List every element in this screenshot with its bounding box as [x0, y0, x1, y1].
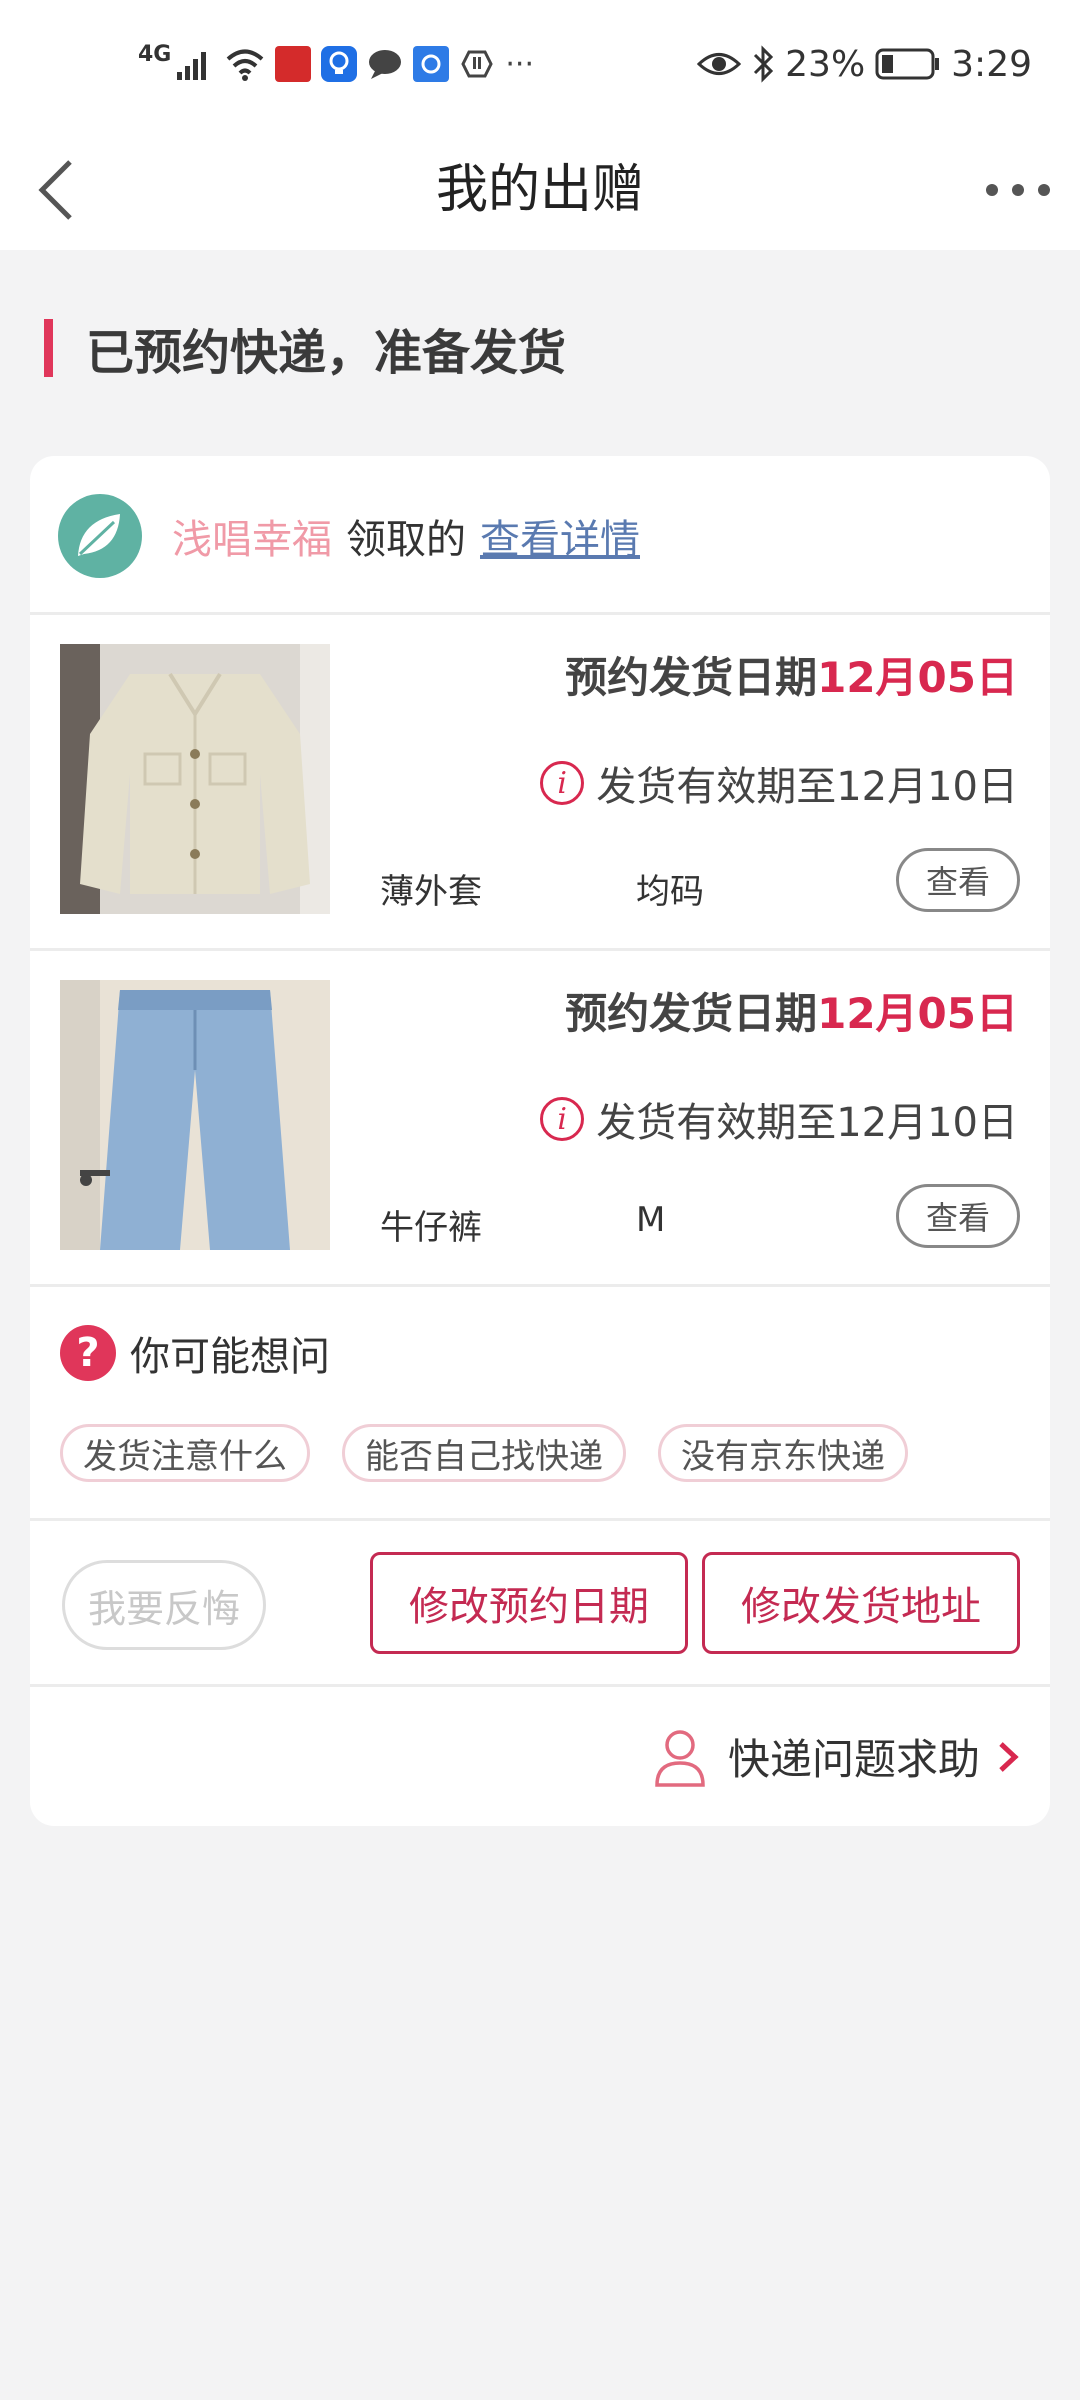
divider	[30, 1684, 1050, 1687]
bulb-icon	[321, 46, 358, 82]
status-heading: 已预约快递，准备发货	[44, 318, 566, 381]
person-icon	[655, 1729, 705, 1787]
eye-icon	[697, 53, 742, 75]
ship-date-line: 预约发货日期12月05日	[565, 980, 1018, 1041]
faq-chips: 发货注意什么 能否自己找快递 没有京东快递	[60, 1424, 908, 1482]
item-size: 均码	[636, 872, 704, 912]
faq-chip-shipping-notes[interactable]: 发货注意什么	[60, 1424, 310, 1482]
hand-icon	[461, 50, 494, 78]
divider	[30, 1284, 1050, 1287]
valid-until-text: 发货有效期至12月10日	[596, 1100, 1018, 1146]
clock: 3:29	[951, 43, 1032, 85]
valid-until-line: i 发货有效期至12月10日	[540, 754, 1018, 812]
item-size: M	[636, 1200, 666, 1240]
list-item: 预约发货日期12月05日 i 发货有效期至12月10日 牛仔裤 M 查看	[30, 950, 1050, 1286]
status-heading-text: 已预约快递，准备发货	[86, 325, 567, 381]
chat-icon	[369, 50, 402, 79]
app-notification-icon-red	[275, 46, 312, 82]
status-bar: 4G ··· 23% 3:29	[0, 0, 1080, 130]
ship-date-label: 预约发货日期	[565, 653, 818, 702]
order-card: 浅唱幸福 领取的 查看详情 预约发货日期12月05日 i 发货有效期至12月10…	[30, 456, 1050, 1826]
app-notification-icon-blue	[413, 46, 450, 82]
signal-icon	[177, 52, 207, 80]
change-date-button[interactable]: 修改预约日期	[370, 1552, 688, 1654]
ship-date-value: 12月05日	[817, 653, 1018, 702]
accent-bar	[44, 319, 53, 377]
divider	[30, 1518, 1050, 1521]
more-dot	[1038, 184, 1050, 196]
receiver-name[interactable]: 浅唱幸福	[172, 507, 332, 565]
faq-heading: ? 你可能想问	[60, 1324, 330, 1382]
courier-help-label: 快递问题求助	[727, 1735, 980, 1784]
page-title: 我的出赠	[435, 160, 644, 220]
wifi-icon	[227, 49, 264, 81]
faq-label: 你可能想问	[130, 1334, 330, 1380]
battery-percent: 23%	[785, 43, 866, 85]
item-photo-jacket[interactable]	[60, 644, 330, 914]
status-left-icons: 4G ···	[138, 42, 534, 86]
info-icon: i	[540, 761, 585, 805]
ship-date-label: 预约发货日期	[565, 989, 818, 1038]
ship-date-value: 12月05日	[817, 989, 1018, 1038]
view-details-link[interactable]: 查看详情	[480, 507, 640, 565]
avatar[interactable]	[58, 494, 142, 578]
view-item-button[interactable]: 查看	[896, 1184, 1020, 1248]
regret-button[interactable]: 我要反悔	[62, 1560, 266, 1650]
more-dot	[1012, 184, 1024, 196]
item-name: 牛仔裤	[380, 1208, 482, 1248]
status-right-icons: 23% 3:29	[697, 42, 1032, 86]
faq-chip-own-courier[interactable]: 能否自己找快递	[342, 1424, 626, 1482]
bluetooth-icon	[754, 45, 774, 83]
ship-date-line: 预约发货日期12月05日	[565, 644, 1018, 705]
more-button[interactable]	[986, 166, 1050, 214]
list-item: 预约发货日期12月05日 i 发货有效期至12月10日 薄外套 均码 查看	[30, 614, 1050, 950]
network-type-label: 4G	[138, 42, 172, 67]
receiver-action-text: 领取的	[346, 517, 466, 563]
more-dot	[986, 184, 998, 196]
valid-until-line: i 发货有效期至12月10日	[540, 1090, 1018, 1148]
change-address-button[interactable]: 修改发货地址	[702, 1552, 1020, 1654]
valid-until-text: 发货有效期至12月10日	[596, 764, 1018, 810]
item-name: 薄外套	[380, 872, 482, 912]
navigation-bar: 我的出赠	[0, 130, 1080, 250]
faq-chip-no-jd-express[interactable]: 没有京东快递	[658, 1424, 908, 1482]
chevron-right-icon	[999, 1741, 1019, 1772]
receiver-row: 浅唱幸福 领取的 查看详情	[58, 494, 640, 578]
leaf-logo-icon	[78, 514, 120, 556]
more-dots-icon: ···	[505, 46, 534, 82]
courier-help-link[interactable]: 快递问题求助	[654, 1726, 1020, 1787]
question-icon: ?	[60, 1325, 116, 1381]
info-icon: i	[540, 1097, 585, 1141]
battery-icon	[875, 48, 940, 80]
item-photo-jeans[interactable]	[60, 980, 330, 1250]
view-item-button[interactable]: 查看	[896, 848, 1020, 912]
